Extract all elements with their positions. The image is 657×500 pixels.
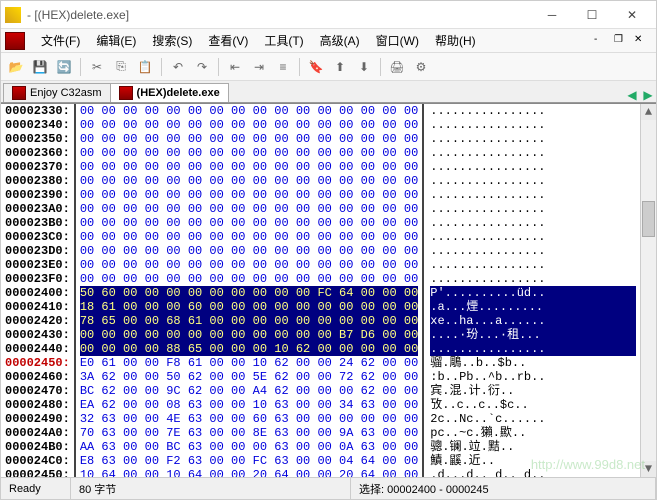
menu-file[interactable]: 文件(F) — [33, 29, 88, 52]
hex-editor[interactable]: 00002330:00002340:00002350:00002360:0000… — [1, 103, 656, 477]
close-button[interactable]: ✕ — [612, 3, 652, 27]
paste-icon[interactable]: 📋 — [134, 56, 156, 78]
menu-help[interactable]: 帮助(H) — [427, 29, 484, 52]
print-icon[interactable]: 🖨 — [386, 56, 408, 78]
menu-window[interactable]: 窗口(W) — [368, 29, 427, 52]
minimize-button[interactable]: ─ — [532, 3, 572, 27]
undo-icon[interactable]: ↶ — [167, 56, 189, 78]
save-icon[interactable]: 💾 — [29, 56, 51, 78]
tab-next-icon[interactable]: ▶ — [640, 88, 656, 102]
tab-hex-delete[interactable]: (HEX)delete.exe — [110, 83, 229, 102]
maximize-button[interactable]: ☐ — [572, 3, 612, 27]
list-icon[interactable]: ≡ — [272, 56, 294, 78]
next-bookmark-icon[interactable]: ⬇ — [353, 56, 375, 78]
mdi-minimize-button[interactable]: - — [594, 34, 610, 48]
ascii-column[interactable]: ........................................… — [424, 104, 640, 477]
tab-icon — [12, 86, 26, 100]
status-ready: Ready — [1, 478, 71, 499]
cut-icon[interactable]: ✂ — [86, 56, 108, 78]
copy-icon[interactable]: ⎘ — [110, 56, 132, 78]
menubar: 文件(F) 编辑(E) 搜索(S) 查看(V) 工具(T) 高级(A) 窗口(W… — [1, 29, 656, 53]
menu-advanced[interactable]: 高级(A) — [312, 29, 368, 52]
tab-prev-icon[interactable]: ◀ — [624, 88, 640, 102]
menu-view[interactable]: 查看(V) — [200, 29, 256, 52]
tab-c32asm[interactable]: Enjoy C32asm — [3, 83, 111, 102]
mdi-close-button[interactable]: ✕ — [634, 34, 650, 48]
settings-icon[interactable]: ⚙ — [410, 56, 432, 78]
app-icon — [5, 7, 21, 23]
menu-search[interactable]: 搜索(S) — [144, 29, 200, 52]
menu-app-icon — [5, 32, 25, 50]
open-icon[interactable]: 📂 — [5, 56, 27, 78]
mdi-restore-button[interactable]: ❐ — [614, 34, 630, 48]
address-column: 00002330:00002340:00002350:00002360:0000… — [1, 104, 76, 477]
menu-edit[interactable]: 编辑(E) — [88, 29, 144, 52]
decrease-indent-icon[interactable]: ⇤ — [224, 56, 246, 78]
window-title: - [(HEX)delete.exe] — [27, 8, 532, 22]
prev-bookmark-icon[interactable]: ⬆ — [329, 56, 351, 78]
reload-icon[interactable]: 🔄 — [53, 56, 75, 78]
increase-indent-icon[interactable]: ⇥ — [248, 56, 270, 78]
bytes-column[interactable]: 00 00 00 00 00 00 00 00 00 00 00 00 00 0… — [76, 104, 424, 477]
titlebar: - [(HEX)delete.exe] ─ ☐ ✕ — [1, 1, 656, 29]
scroll-down-icon[interactable]: ▼ — [641, 461, 656, 477]
scroll-up-icon[interactable]: ▲ — [641, 104, 656, 120]
scroll-thumb[interactable] — [642, 201, 655, 237]
toolbar: 📂 💾 🔄 ✂ ⎘ 📋 ↶ ↷ ⇤ ⇥ ≡ 🔖 ⬆ ⬇ 🖨 ⚙ — [1, 53, 656, 81]
status-selection: 选择: 00002400 - 0000245 — [351, 478, 656, 499]
vertical-scrollbar[interactable]: ▲ ▼ — [640, 104, 656, 477]
bookmark-icon[interactable]: 🔖 — [305, 56, 327, 78]
tab-icon — [119, 86, 133, 100]
menu-tools[interactable]: 工具(T) — [256, 29, 311, 52]
status-bytes: 80 字节 — [71, 478, 351, 499]
tabbar: Enjoy C32asm (HEX)delete.exe ◀ ▶ — [1, 81, 656, 103]
statusbar: Ready 80 字节 选择: 00002400 - 0000245 — [1, 477, 656, 499]
redo-icon[interactable]: ↷ — [191, 56, 213, 78]
